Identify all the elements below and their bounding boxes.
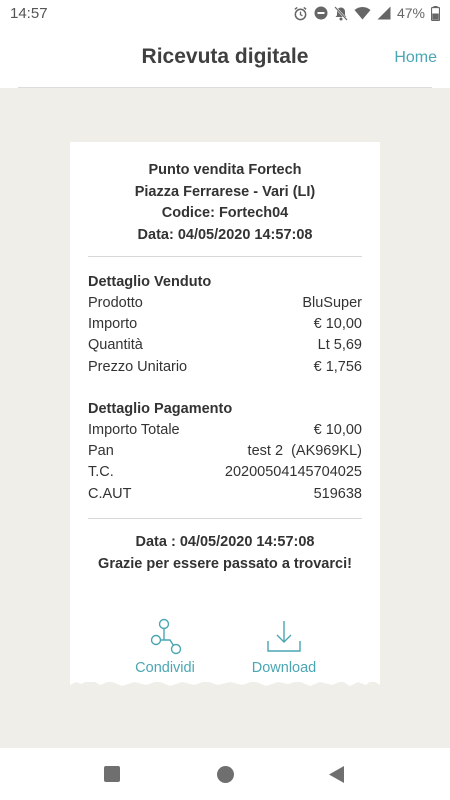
detail-row: Prezzo Unitario € 1,756: [88, 357, 362, 378]
detail-label: Importo Totale: [88, 422, 180, 438]
content-area: Punto vendita Fortech Piazza Ferrarese -…: [0, 88, 450, 748]
app-header: Ricevuta digitale Home: [0, 28, 450, 88]
notifications-off-icon: [334, 5, 348, 21]
battery-percent: 47%: [396, 5, 425, 21]
detail-value: BluSuper: [302, 295, 362, 311]
detail-row: Importo € 10,00: [88, 314, 362, 335]
home-button[interactable]: Home: [394, 49, 437, 67]
detail-value: € 1,756: [313, 358, 362, 375]
detail-label: Quantità: [88, 337, 143, 354]
receipt-footer: Data : 04/05/2020 14:57:08 Grazie per es…: [70, 532, 380, 575]
detail-label: Pan: [88, 443, 114, 460]
detail-row: T.C. 20200504145704025: [88, 462, 362, 483]
payment-details: Dettaglio Pagamento Importo Totale € 10,…: [88, 399, 362, 505]
receipt-torn-edge: [70, 672, 380, 686]
shop-name: Punto vendita Fortech: [148, 162, 302, 178]
shop-address: Piazza Ferrarese - Vari (LI): [134, 183, 316, 200]
shop-info: Punto vendita Fortech Piazza Ferrarese -…: [70, 160, 380, 246]
detail-row: Importo Totale € 10,00: [88, 420, 362, 441]
recents-button[interactable]: [104, 766, 120, 782]
wifi-icon: [354, 6, 371, 20]
detail-value: 20200504145704025: [224, 464, 362, 481]
status-icons: 47%: [293, 5, 440, 21]
download-button[interactable]: Download: [234, 616, 334, 676]
detail-value: test 2 (AK969KL): [247, 443, 362, 460]
shop-date: Data: 04/05/2020 14:57:08: [137, 226, 313, 243]
receipt-card: Punto vendita Fortech Piazza Ferrarese -…: [70, 142, 380, 682]
payment-details-title: Dettaglio Pagamento: [88, 401, 233, 417]
divider: [88, 256, 362, 257]
detail-row: Pan test 2 (AK969KL): [88, 441, 362, 462]
system-nav-bar: [0, 748, 450, 800]
footer-date: Data : 04/05/2020 14:57:08: [135, 534, 315, 550]
detail-value: 519638: [313, 485, 362, 502]
sold-details-title: Dettaglio Venduto: [88, 274, 212, 290]
do-not-disturb-icon: [314, 6, 328, 20]
page-title: Ricevuta digitale: [141, 45, 309, 68]
sold-details: Dettaglio Venduto Prodotto BluSuper Impo…: [88, 272, 362, 378]
signal-icon: [377, 6, 391, 20]
detail-row: Quantità Lt 5,69: [88, 335, 362, 356]
home-nav-button[interactable]: [217, 766, 234, 783]
detail-label: Importo: [88, 316, 138, 333]
status-time: 14:57: [10, 5, 48, 22]
detail-value: € 10,00: [313, 422, 362, 438]
detail-value: € 10,00: [313, 316, 362, 333]
download-icon: [234, 616, 334, 656]
detail-label: Prezzo Unitario: [88, 358, 188, 375]
detail-label: C.AUT: [88, 485, 132, 502]
footer-thanks: Grazie per essere passato a trovarci!: [98, 555, 352, 572]
share-icon: [115, 616, 215, 656]
back-button[interactable]: [328, 765, 345, 789]
divider: [88, 518, 362, 519]
battery-icon: [431, 5, 440, 21]
detail-row: C.AUT 519638: [88, 484, 362, 505]
shop-code: Codice: Fortech04: [161, 205, 289, 221]
alarm-icon: [293, 6, 308, 21]
back-icon: [329, 766, 344, 783]
status-bar: 14:57 47%: [0, 0, 450, 28]
detail-label: Prodotto: [88, 295, 143, 311]
detail-row: Prodotto BluSuper: [88, 293, 362, 314]
detail-label: T.C.: [88, 464, 114, 481]
receipt-actions: Condividi Download: [70, 616, 380, 676]
detail-value: Lt 5,69: [317, 337, 362, 354]
share-button[interactable]: Condividi: [115, 616, 215, 676]
